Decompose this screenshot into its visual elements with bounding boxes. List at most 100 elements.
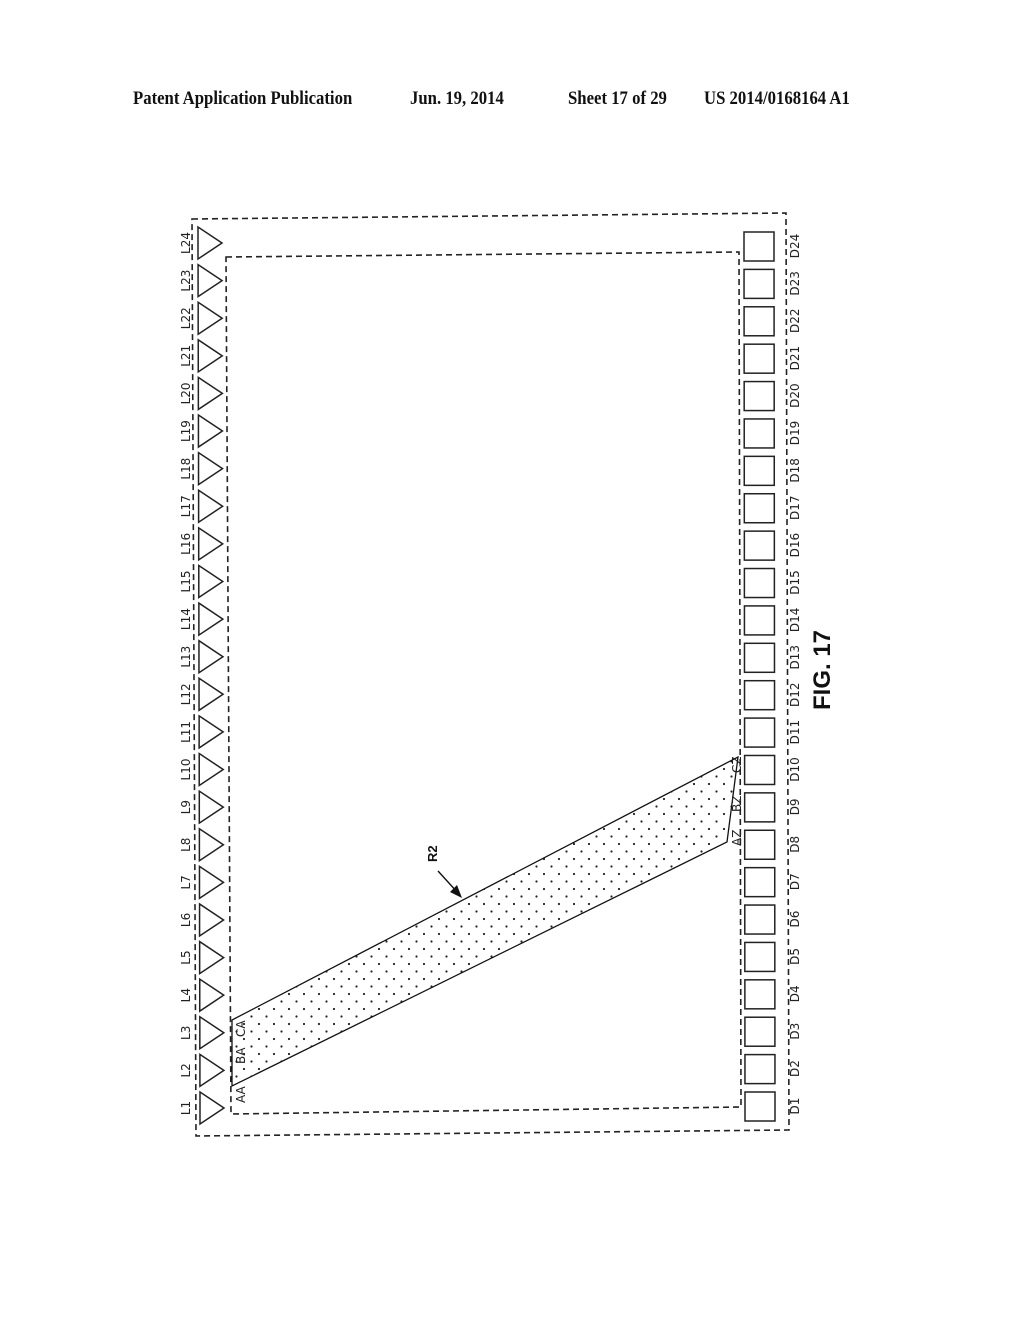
light-source-label: L17 — [179, 495, 193, 517]
detector-square — [744, 1016, 776, 1047]
detector-label: D6 — [788, 911, 802, 928]
light-source-label: L21 — [179, 345, 193, 367]
detector-label: D19 — [788, 421, 802, 446]
detector-label: D24 — [788, 234, 802, 259]
detector-label: D21 — [788, 346, 802, 371]
detector-square — [744, 941, 776, 973]
light-source-triangle — [197, 488, 224, 524]
light-source-triangle — [198, 752, 225, 787]
point-label-bz: BZ — [730, 796, 744, 812]
light-source-label: L12 — [179, 683, 193, 705]
light-source-triangle — [198, 902, 225, 938]
detector-square — [743, 792, 776, 823]
light-source-label: L7 — [179, 875, 193, 889]
light-source-triangle — [198, 940, 226, 975]
detector-label: D22 — [788, 309, 802, 334]
light-source-label: L4 — [179, 988, 193, 1002]
detector-label: D13 — [788, 645, 802, 670]
light-source-label: L19 — [179, 420, 193, 442]
detector-label: D11 — [788, 720, 802, 745]
light-source-triangle — [198, 827, 225, 863]
light-source-label: L16 — [179, 533, 193, 555]
light-source-label: L1 — [179, 1101, 193, 1115]
detector-label: D16 — [788, 533, 802, 558]
detector-label: D17 — [788, 495, 802, 520]
light-source-label: L6 — [179, 913, 193, 927]
detector-label: D5 — [788, 948, 802, 965]
detector-square — [743, 231, 775, 262]
light-source-triangle — [199, 1090, 226, 1126]
light-source-label: L11 — [179, 721, 193, 743]
light-source-label: L18 — [179, 458, 193, 480]
light-source-label: L20 — [179, 382, 193, 404]
light-source-label: L3 — [179, 1026, 193, 1040]
light-source-label: L15 — [179, 570, 193, 592]
detector-square — [743, 380, 775, 412]
detector-square — [743, 866, 776, 898]
light-source-triangle — [197, 300, 224, 336]
detector-label: D12 — [788, 682, 802, 707]
light-source-triangle — [198, 714, 225, 750]
light-source-triangle — [198, 789, 225, 825]
detector-label: D4 — [788, 985, 802, 1002]
detector-label: D9 — [788, 798, 802, 815]
detector-square — [743, 343, 775, 374]
light-source-label: L2 — [179, 1063, 193, 1077]
point-label-aa: AA — [234, 1085, 248, 1103]
light-source-label: L5 — [179, 950, 193, 964]
figure-17-drawing: R2 FIG. 17 AA BA CA AZ BZ CZ L1 L2 L3 L4 L5 L… — [179, 212, 836, 1137]
detector-square — [743, 530, 776, 561]
figure-caption: FIG. 17 — [809, 630, 836, 710]
detector-label: D10 — [788, 757, 802, 782]
detector-label: D1 — [788, 1098, 802, 1115]
detector-label: D20 — [788, 383, 802, 408]
detector-label: D14 — [788, 608, 802, 633]
point-label-ba: BA — [234, 1047, 248, 1064]
point-label-az: AZ — [730, 830, 744, 846]
light-source-triangle — [197, 225, 224, 261]
detector-square — [743, 268, 775, 300]
light-source-triangle — [197, 526, 225, 562]
light-source-triangle — [197, 376, 224, 411]
light-source-label: L14 — [179, 608, 193, 630]
light-source-triangle — [197, 263, 224, 299]
light-source-triangle — [198, 977, 226, 1013]
light-source-triangle — [198, 639, 225, 675]
detector-square — [743, 492, 776, 524]
light-source-column: L1 L2 L3 L4 L5 L6 L7 L8 L9 L10 L11 L12 L13 L14 L15 L16 L… — [179, 225, 226, 1126]
region-r2-band — [231, 755, 739, 1088]
light-source-triangle — [197, 338, 224, 374]
point-label-ca: CA — [234, 1020, 248, 1037]
detector-square — [743, 567, 776, 599]
detector-square — [744, 904, 776, 935]
detector-column: D1 D2 D3 D4 D5 D6 D7 D8 D9 D10 D11 D12 D13 D14 D15 D16 D… — [743, 231, 802, 1122]
detector-square — [743, 829, 776, 861]
detector-label: D2 — [788, 1060, 802, 1077]
light-source-triangle — [197, 413, 224, 449]
light-source-triangle — [198, 601, 225, 637]
detector-square — [743, 455, 776, 487]
detector-square — [743, 679, 776, 711]
light-source-triangle — [199, 1052, 226, 1088]
detector-square — [744, 1091, 776, 1122]
light-source-label: L9 — [179, 800, 193, 814]
light-source-label: L13 — [179, 646, 193, 668]
detector-label: D3 — [788, 1023, 802, 1040]
detector-square — [743, 418, 775, 449]
light-source-label: L24 — [179, 232, 193, 254]
detector-label: D18 — [788, 458, 802, 483]
detector-square — [743, 717, 776, 748]
light-source-triangle — [198, 864, 225, 900]
point-label-cz: CZ — [730, 756, 744, 773]
detector-square — [744, 1053, 776, 1085]
detector-square — [743, 306, 775, 337]
light-source-triangle — [199, 1015, 226, 1051]
region-label-r2: R2 — [425, 845, 440, 862]
light-source-triangle — [198, 676, 225, 712]
detector-square — [743, 642, 776, 674]
detector-label: D15 — [788, 570, 802, 595]
detector-label: D7 — [788, 873, 802, 890]
detector-label: D8 — [788, 836, 802, 853]
detector-square — [744, 979, 776, 1010]
detector-square — [743, 605, 776, 636]
